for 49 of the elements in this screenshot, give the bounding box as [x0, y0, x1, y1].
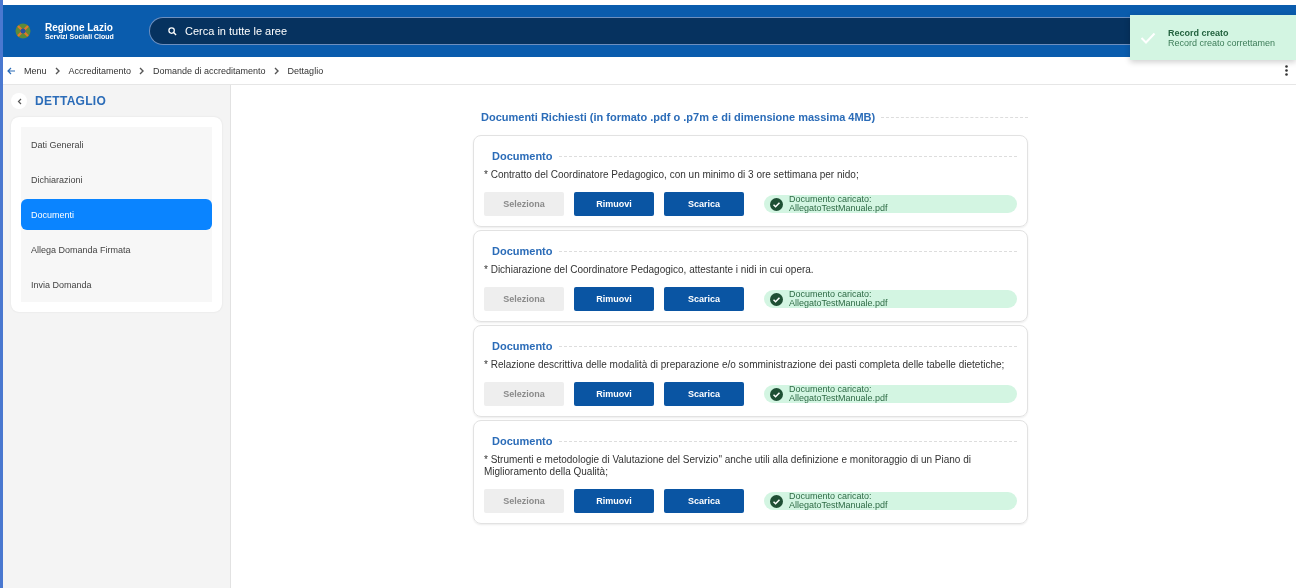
check-circle-icon	[770, 387, 783, 401]
check-circle-icon	[770, 197, 783, 211]
document-description: * Dichiarazione del Coordinatore Pedagogico, attestante i nidi in cui opera.	[484, 263, 815, 276]
breadcrumb-link[interactable]: Domande di accreditamento	[153, 65, 266, 76]
sidebar-item[interactable]: Dichiarazioni	[21, 164, 212, 195]
section-title: Documenti Richiesti (in formato .pdf o .p7m e di dimensione massima 4MB)	[480, 111, 876, 123]
upload-status: Documento caricato: AllegatoTestManuale.pdf	[764, 492, 1017, 510]
search-input[interactable]: Cerca in tutte le aree	[185, 25, 485, 37]
action-button[interactable]: Scarica	[664, 287, 744, 311]
toast-message: Record creato correttamen	[1168, 37, 1276, 48]
document-title: Documento	[491, 340, 553, 352]
more-options-icon[interactable]	[1285, 65, 1288, 76]
upload-status: Documento caricato: AllegatoTestManuale.pdf	[764, 290, 1017, 308]
collapse-button[interactable]	[11, 93, 27, 109]
upload-status: Documento caricato: AllegatoTestManuale.pdf	[764, 385, 1017, 403]
sidebar-title: DETTAGLIO	[35, 94, 107, 108]
check-circle-icon	[770, 292, 783, 306]
action-button[interactable]: Rimuovi	[574, 192, 654, 216]
toast-title: Record creato	[1168, 27, 1230, 38]
check-icon	[1140, 31, 1156, 44]
chevron-icon	[273, 66, 280, 75]
document-description: * Contratto del Coordinatore Pedagogico, con un minimo di 3 ore settimana per nido;	[484, 168, 860, 181]
breadcrumb-link[interactable]: Menu	[24, 65, 47, 76]
search-icon	[168, 26, 177, 36]
breadcrumb-link[interactable]: Dettaglio	[287, 65, 324, 76]
sidebar-item[interactable]: Allega Domanda Firmata	[21, 234, 212, 265]
action-button[interactable]: Scarica	[664, 489, 744, 513]
logo-icon	[15, 23, 31, 39]
document-title: Documento	[491, 245, 553, 257]
document-description: * Relazione descrittiva delle modalità di preparazione e/o somministrazione dei pasti completa delle tabelle dietetiche;	[484, 358, 1006, 371]
breadcrumb-link[interactable]: Accreditamento	[68, 65, 132, 76]
sidebar-item[interactable]: Dati Generali	[21, 129, 212, 160]
check-circle-icon	[770, 494, 783, 508]
action-button[interactable]: Rimuovi	[574, 287, 654, 311]
sidebar-item[interactable]: Documenti	[21, 199, 212, 230]
action-button[interactable]: Rimuovi	[574, 489, 654, 513]
chevron-icon	[54, 66, 61, 75]
action-button[interactable]: Rimuovi	[574, 382, 654, 406]
brand-title: Regione Lazio	[45, 22, 113, 33]
document-description: * Strumenti e metodologie di Valutazione del Servizio" anche utili alla definizione e monitoraggio di un Piano di Miglioramento della Qualità;	[484, 453, 972, 478]
document-title: Documento	[491, 435, 553, 447]
action-button[interactable]: Scarica	[664, 382, 744, 406]
back-arrow-icon[interactable]	[7, 66, 16, 75]
document-title: Documento	[491, 150, 553, 162]
chevron-icon	[139, 66, 146, 75]
action-button[interactable]: Scarica	[664, 192, 744, 216]
upload-status: Documento caricato: AllegatoTestManuale.pdf	[764, 195, 1017, 213]
sidebar-item[interactable]: Invia Domanda	[21, 269, 212, 300]
chevron-left-icon	[16, 97, 22, 105]
